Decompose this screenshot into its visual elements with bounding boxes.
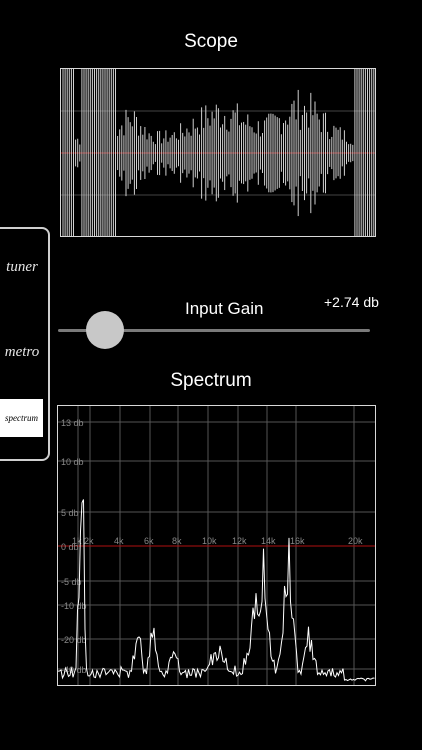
spectrum-freq-label: 4k: [114, 536, 124, 546]
spectrum-title: Spectrum: [170, 370, 252, 391]
spectrum-freq-label: 2k: [84, 536, 94, 546]
input-gain-value: +2.74 db: [324, 294, 379, 310]
spectrum-freq-label: 20k: [348, 536, 363, 546]
spectrum-trace: [58, 499, 375, 682]
spectrum-db-label: 10 db: [61, 457, 84, 467]
spectrum-display: 13 db 10 db 5 db 0 db -5 db -10 db -20 db -40 d…: [57, 405, 376, 686]
spectrum-freq-label: 10k: [202, 536, 217, 546]
spectrum-freq-label: 12k: [232, 536, 247, 546]
tab-metro[interactable]: metro: [0, 344, 44, 361]
spectrum-db-label: -5 db: [61, 577, 82, 587]
spectrum-db-label: 13 db: [61, 418, 84, 428]
scope-waveform: [61, 69, 375, 236]
spectrum-freq-label: 14k: [261, 536, 276, 546]
input-gain-label: Input Gain: [185, 299, 264, 318]
mode-tabs: tuner metro spectrum: [0, 227, 50, 461]
spectrum-plot: 13 db10 db5 db0 db-5 db-10 db-20 db-40 d…: [58, 406, 375, 685]
scope-trace: [62, 69, 375, 236]
spectrum-db-label: -10 db: [61, 601, 87, 611]
tab-spectrum[interactable]: spectrum: [0, 399, 43, 437]
scope-title: Scope: [184, 31, 238, 52]
spectrum-db-label: -20 db: [61, 635, 87, 645]
input-gain-slider-thumb[interactable]: [85, 311, 124, 349]
scope-display: [60, 68, 376, 237]
spectrum-freq-label: 8k: [172, 536, 182, 546]
tab-tuner[interactable]: tuner: [0, 259, 44, 276]
spectrum-freq-label: 6k: [144, 536, 154, 546]
spectrum-db-label: 5 db: [61, 508, 79, 518]
spectrum-freq-label: 16k: [290, 536, 305, 546]
